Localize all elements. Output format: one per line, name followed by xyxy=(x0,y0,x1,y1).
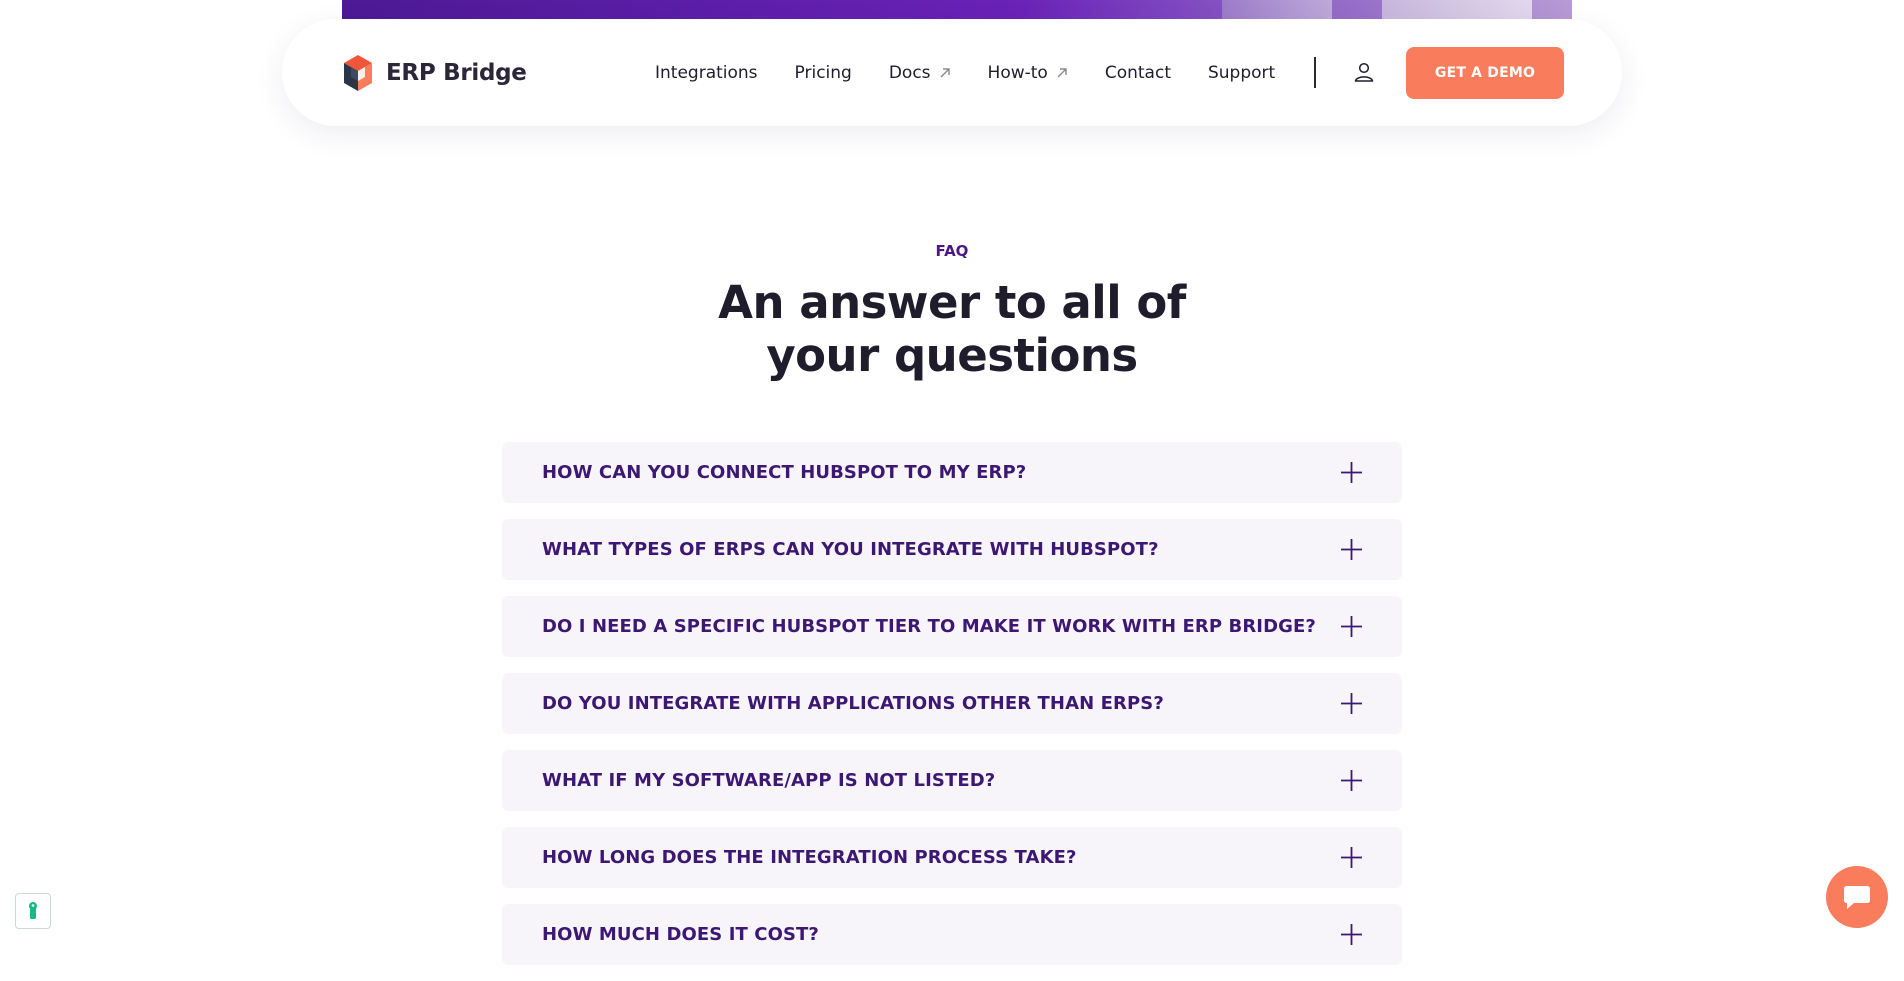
cookie-consent-icon xyxy=(29,902,37,919)
nav-contact[interactable]: Contact xyxy=(1105,63,1171,83)
faq-question: DO I NEED A SPECIFIC HUBSPOT TIER TO MAK… xyxy=(542,616,1316,637)
faq-item[interactable]: WHAT IF MY SOFTWARE/APP IS NOT LISTED? xyxy=(502,750,1402,811)
get-a-demo-button[interactable]: GET A DEMO xyxy=(1406,47,1564,99)
erp-bridge-logo-icon xyxy=(344,55,372,91)
main-nav: Integrations Pricing Docs How-to Contact… xyxy=(655,19,1312,126)
plus-icon[interactable] xyxy=(1340,923,1363,946)
faq-question: HOW MUCH DOES IT COST? xyxy=(542,924,819,945)
nav-support-label: Support xyxy=(1207,62,1276,83)
hero-image-strip xyxy=(342,0,1572,19)
nav-contact-label: Contact xyxy=(1104,62,1171,83)
faq-list: HOW CAN YOU CONNECT HUBSPOT TO MY ERP? W… xyxy=(502,442,1402,981)
nav-how-to-label: How-to xyxy=(987,62,1048,83)
navbar: ERP Bridge Integrations Pricing Docs How… xyxy=(282,19,1622,126)
faq-item[interactable]: DO YOU INTEGRATE WITH APPLICATIONS OTHER… xyxy=(502,673,1402,734)
brand-name: ERP Bridge xyxy=(386,60,527,86)
nav-how-to[interactable]: How-to xyxy=(988,63,1068,83)
faq-item[interactable]: HOW MUCH DOES IT COST? xyxy=(502,904,1402,965)
plus-icon[interactable] xyxy=(1340,461,1363,484)
faq-question: HOW CAN YOU CONNECT HUBSPOT TO MY ERP? xyxy=(542,462,1027,483)
nav-divider xyxy=(1314,57,1316,88)
faq-item[interactable]: WHAT TYPES OF ERPS CAN YOU INTEGRATE WIT… xyxy=(502,519,1402,580)
nav-pricing-label: Pricing xyxy=(794,62,852,83)
nav-docs-label: Docs xyxy=(888,62,931,83)
faq-item[interactable]: HOW LONG DOES THE INTEGRATION PROCESS TA… xyxy=(502,827,1402,888)
faq-item[interactable]: HOW CAN YOU CONNECT HUBSPOT TO MY ERP? xyxy=(502,442,1402,503)
external-link-arrow-icon xyxy=(1057,67,1067,77)
nav-integrations-label: Integrations xyxy=(655,62,758,83)
plus-icon[interactable] xyxy=(1340,615,1363,638)
faq-title: An answer to all of your questions xyxy=(652,276,1252,382)
faq-eyebrow: FAQ xyxy=(935,242,969,260)
faq-question: WHAT TYPES OF ERPS CAN YOU INTEGRATE WIT… xyxy=(542,539,1159,560)
faq-question: HOW LONG DOES THE INTEGRATION PROCESS TA… xyxy=(542,847,1077,868)
nav-pricing[interactable]: Pricing xyxy=(795,63,852,83)
plus-icon[interactable] xyxy=(1340,538,1363,561)
plus-icon[interactable] xyxy=(1340,769,1363,792)
faq-title-line-1: An answer to all of xyxy=(718,276,1186,329)
plus-icon[interactable] xyxy=(1340,846,1363,869)
cookie-settings-button[interactable] xyxy=(15,893,51,929)
faq-question: DO YOU INTEGRATE WITH APPLICATIONS OTHER… xyxy=(542,693,1164,714)
nav-support[interactable]: Support xyxy=(1208,63,1275,83)
plus-icon[interactable] xyxy=(1340,692,1363,715)
logo[interactable]: ERP Bridge xyxy=(342,52,527,94)
faq-title-line-2: your questions xyxy=(766,329,1138,382)
faq-question: WHAT IF MY SOFTWARE/APP IS NOT LISTED? xyxy=(542,770,996,791)
chat-bubble-icon xyxy=(1844,886,1870,909)
chat-widget-button[interactable] xyxy=(1826,866,1888,928)
external-link-arrow-icon xyxy=(940,67,950,77)
user-icon[interactable] xyxy=(1352,60,1376,84)
nav-docs[interactable]: Docs xyxy=(889,63,951,83)
nav-integrations[interactable]: Integrations xyxy=(655,63,758,83)
faq-item[interactable]: DO I NEED A SPECIFIC HUBSPOT TIER TO MAK… xyxy=(502,596,1402,657)
